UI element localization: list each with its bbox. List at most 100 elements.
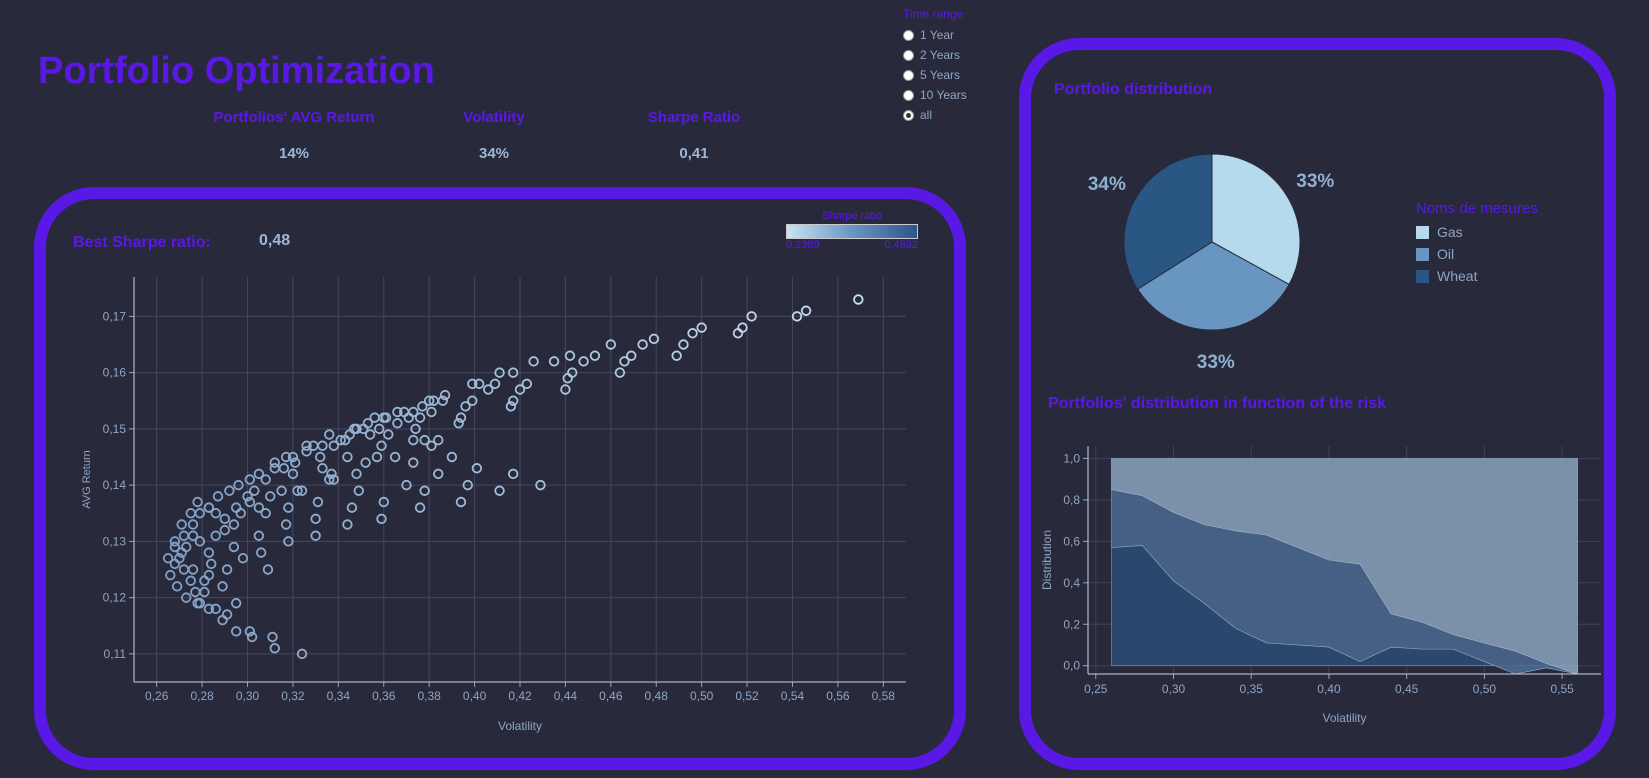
scatter-point: [471, 463, 483, 474]
scatter-point: [351, 468, 362, 480]
scatter-point: [187, 564, 199, 575]
scatter-point: [255, 547, 267, 558]
scatter-point: [269, 463, 280, 474]
scatter-point: [433, 434, 444, 446]
scatter-point: [310, 513, 321, 525]
scatter-point: [455, 496, 467, 508]
scatter-point: [800, 305, 812, 316]
scatter-point: [185, 508, 196, 519]
scatter-point: [312, 496, 324, 508]
scatter-x-tick-label: 0,52: [735, 689, 759, 703]
scatter-point: [199, 586, 210, 598]
scatter-y-axis-label: AVG Return: [81, 450, 93, 509]
scatter-point: [494, 485, 505, 496]
scatter-point: [419, 434, 430, 446]
scatter-point: [317, 440, 328, 451]
scatter-x-tick-label: 0,56: [826, 689, 850, 703]
legend-item-oil[interactable]: Oil: [1416, 243, 1538, 265]
scatter-point: [346, 502, 358, 513]
wheat-swatch: [1416, 269, 1429, 283]
scatter-point: [212, 491, 224, 502]
scatter-x-tick-label: 0,26: [145, 689, 169, 703]
scatter-point: [637, 339, 648, 350]
scatter-point: [219, 513, 231, 525]
scatter-chart: 0,26 0,28 0,30 0,32 0,34 0,36 0,38 0,40 0,42 0,44…: [81, 277, 906, 733]
scatter-point: [228, 541, 240, 553]
legend-item-gas[interactable]: Gas: [1416, 221, 1538, 243]
scatter-point: [217, 614, 228, 626]
scatter-point: [165, 569, 176, 581]
scatter-point: [403, 412, 414, 423]
scatter-x-tick-label: 0,30: [236, 689, 260, 703]
scatter-point: [203, 569, 215, 581]
scatter-point: [376, 513, 387, 525]
scatter-point: [249, 485, 260, 496]
scatter-point: [253, 502, 265, 513]
scatter-point: [483, 384, 494, 395]
scatter-x-tick-label: 0,42: [508, 689, 532, 703]
scatter-point: [178, 530, 190, 541]
scatter-point: [564, 350, 576, 361]
legend-label: Gas: [1437, 224, 1463, 240]
scatter-point: [671, 350, 682, 361]
scatter-point: [314, 451, 326, 463]
scatter-point: [301, 446, 312, 457]
scatter-x-tick-label: 0,32: [281, 689, 305, 703]
scatter-point: [562, 373, 573, 384]
scatter-point: [253, 530, 265, 541]
scatter-point: [260, 474, 271, 485]
pie-legend-title: Noms de mesures: [1416, 200, 1538, 217]
scatter-point: [389, 451, 401, 463]
scatter-point: [230, 502, 242, 513]
scatter-y-tick-label: 0,13: [103, 534, 127, 548]
scatter-point: [417, 401, 428, 412]
scatter-point: [230, 626, 242, 637]
scatter-point: [648, 333, 660, 345]
scatter-point: [219, 524, 231, 536]
scatter-x-tick-label: 0,34: [327, 689, 351, 703]
scatter-point: [344, 429, 355, 440]
scatter-y-tick-label: 0,11: [104, 647, 127, 661]
scatter-point: [199, 575, 210, 586]
scatter-point: [169, 558, 181, 570]
oil-swatch: [1416, 247, 1429, 261]
scatter-point: [376, 440, 387, 451]
scatter-point: [324, 429, 335, 440]
scatter-point: [235, 508, 246, 519]
scatter-point: [342, 519, 353, 530]
scatter-point: [548, 356, 560, 367]
scatter-x-axis-label: Volatility: [498, 719, 542, 733]
scatter-point: [244, 474, 256, 485]
scatter-point: [205, 558, 217, 570]
scatter-point: [853, 294, 864, 305]
scatter-y-tick-label: 0,12: [103, 591, 127, 605]
scatter-point: [426, 406, 437, 418]
scatter-point: [310, 530, 321, 541]
scatter-point: [276, 485, 287, 496]
scatter-point: [353, 485, 364, 496]
scatter-point: [317, 463, 328, 474]
scatter-point: [269, 643, 280, 654]
scatter-point: [194, 508, 206, 519]
scatter-point: [414, 412, 426, 423]
scatter-point: [217, 581, 228, 592]
scatter-point: [283, 502, 294, 513]
scatter-point: [187, 519, 199, 530]
scatter-x-tick-label: 0,46: [599, 689, 623, 703]
scatter-point: [210, 508, 221, 519]
gas-swatch: [1416, 225, 1429, 239]
scatter-point: [737, 322, 748, 333]
scatter-point: [433, 468, 444, 480]
scatter-point: [185, 575, 196, 586]
scatter-point: [192, 496, 203, 508]
scatter-point: [589, 350, 601, 361]
scatter-point: [181, 541, 192, 553]
scatter-point: [392, 418, 403, 429]
scatter-x-tick-label: 0,54: [781, 689, 805, 703]
pie-title: Portfolio distribution: [1054, 81, 1213, 98]
legend-item-wheat[interactable]: Wheat: [1416, 265, 1538, 287]
scatter-point: [278, 463, 290, 474]
scatter-x-tick-label: 0,44: [554, 689, 578, 703]
legend-label: Wheat: [1437, 268, 1478, 284]
scatter-point: [328, 440, 340, 451]
